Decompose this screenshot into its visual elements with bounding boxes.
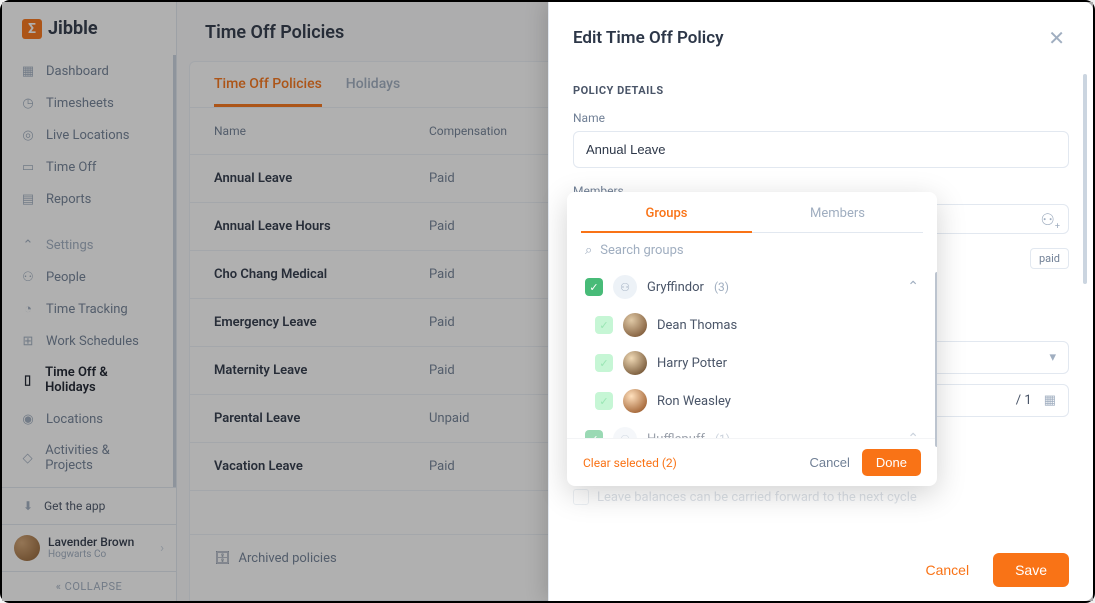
search-icon: ⌕ xyxy=(585,243,592,258)
panel-title: Edit Time Off Policy xyxy=(573,28,724,48)
chevron-up-icon[interactable]: ⌃ xyxy=(907,431,919,438)
add-member-icon[interactable]: ⚇+ xyxy=(1041,210,1060,232)
popover-cancel-button[interactable]: Cancel xyxy=(797,449,861,476)
checkbox-checked-light[interactable]: ✓ xyxy=(595,354,613,372)
group-row-hufflepuff[interactable]: ✓ ⚇ Hufflepuff (1) ⌃ xyxy=(581,420,923,438)
checkbox-checked[interactable]: ✓ xyxy=(585,430,603,438)
section-policy-details: POLICY DETAILS xyxy=(573,84,1069,97)
checkbox-checked[interactable]: ✓ xyxy=(585,278,603,296)
group-row-gryffindor[interactable]: ✓ ⚇ Gryffindor (3) ⌃ xyxy=(581,268,923,306)
chevron-down-icon: ▾ xyxy=(1049,350,1056,365)
checkbox[interactable] xyxy=(573,489,589,505)
save-button[interactable]: Save xyxy=(993,553,1069,587)
chevron-up-icon[interactable]: ⌃ xyxy=(907,279,919,295)
search-groups-input[interactable]: ⌕ Search groups xyxy=(567,233,937,268)
avatar xyxy=(623,389,647,413)
checkbox-checked-light[interactable]: ✓ xyxy=(595,316,613,334)
members-picker-popover: Groups Members ⌕ Search groups ✓ ⚇ Gryff… xyxy=(567,192,937,486)
member-row[interactable]: ✓ Ron Weasley xyxy=(581,382,923,420)
cancel-button[interactable]: Cancel xyxy=(913,554,981,586)
group-icon: ⚇ xyxy=(613,275,637,299)
member-row[interactable]: ✓ Dean Thomas xyxy=(581,306,923,344)
tab-groups[interactable]: Groups xyxy=(581,206,752,233)
calendar-icon: ▦ xyxy=(1044,393,1056,408)
policy-name-input[interactable] xyxy=(573,131,1069,168)
popover-done-button[interactable]: Done xyxy=(862,449,921,476)
name-field-label: Name xyxy=(573,111,1069,125)
checkbox-checked-light[interactable]: ✓ xyxy=(595,392,613,410)
close-icon[interactable]: ✕ xyxy=(1044,22,1069,54)
clear-selected-button[interactable]: Clear selected (2) xyxy=(583,456,677,470)
tab-members[interactable]: Members xyxy=(752,206,923,233)
balance-checkbox-row[interactable]: Leave balances can be carried forward to… xyxy=(573,489,1069,505)
group-icon: ⚇ xyxy=(613,427,637,438)
member-row[interactable]: ✓ Harry Potter xyxy=(581,344,923,382)
scrollbar[interactable] xyxy=(1083,74,1087,284)
compensation-pill: paid xyxy=(1030,248,1069,269)
avatar xyxy=(623,313,647,337)
avatar xyxy=(623,351,647,375)
